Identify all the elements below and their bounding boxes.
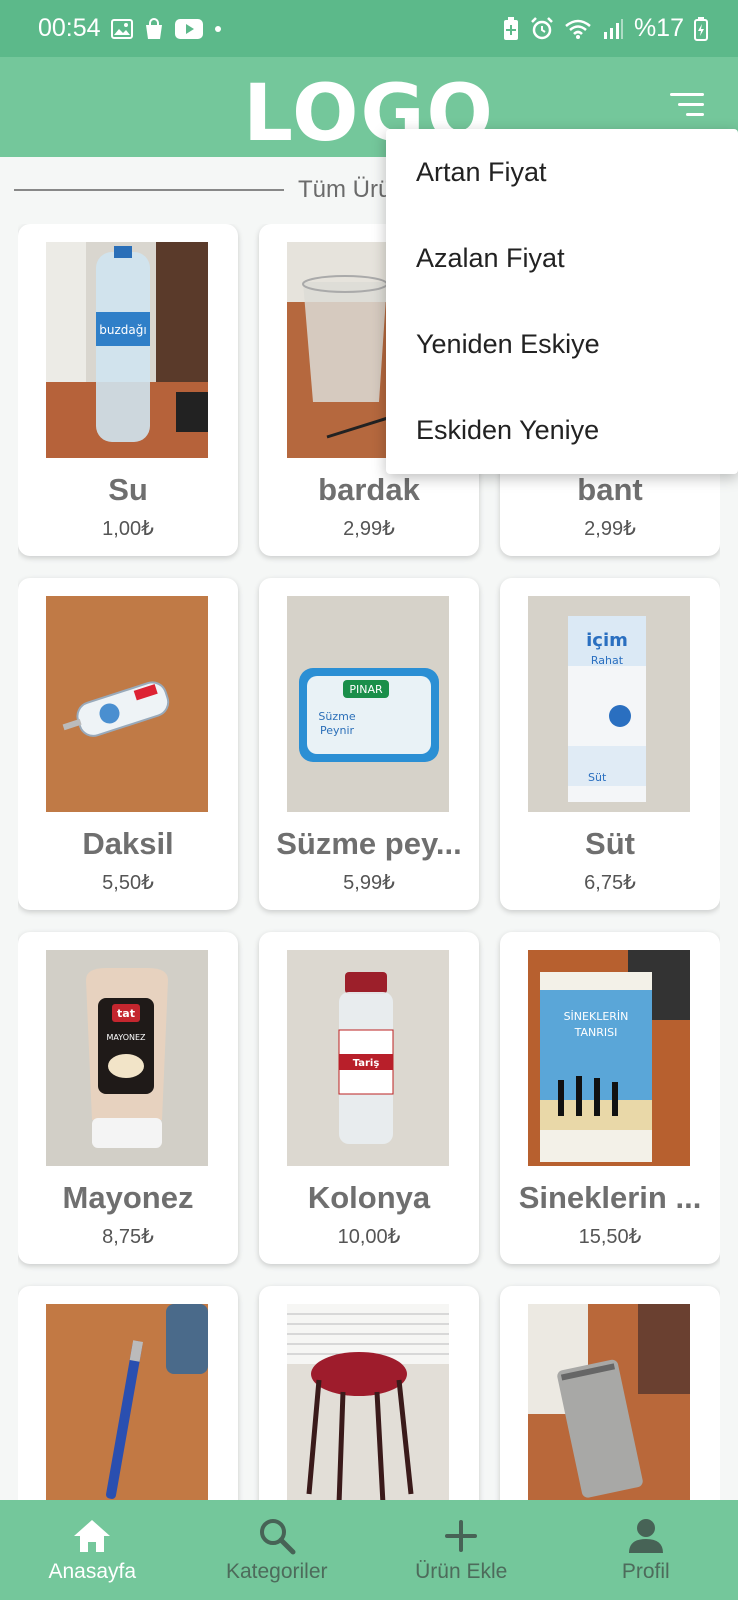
sort-option-artan-fiyat[interactable]: Artan Fiyat — [386, 129, 738, 215]
svg-text:Tariş: Tariş — [353, 1058, 380, 1069]
youtube-icon — [174, 18, 203, 39]
nav-label: Ürün Ekle — [415, 1560, 508, 1583]
product-image — [528, 1304, 690, 1500]
svg-text:buzdağı: buzdağı — [99, 323, 146, 337]
wifi-icon — [564, 18, 592, 40]
product-price: 2,99₺ — [584, 518, 636, 540]
product-name: bardak — [318, 472, 420, 507]
product-card[interactable]: PINAR Süzme Peynir Süzme pey... 5,99₺ — [259, 578, 479, 910]
product-card[interactable]: Daksil 5,50₺ — [18, 578, 238, 910]
product-price: 5,50₺ — [102, 872, 154, 894]
dot-icon — [213, 24, 223, 34]
product-name: Süt — [585, 826, 635, 861]
battery-saver-icon — [502, 16, 520, 41]
product-price: 6,75₺ — [584, 872, 636, 894]
product-image: buzdağı — [46, 242, 208, 458]
product-image — [46, 596, 208, 812]
svg-text:MAYONEZ: MAYONEZ — [106, 1033, 146, 1042]
shopping-bag-icon — [143, 17, 165, 40]
product-name: bant — [577, 472, 643, 507]
sort-option-yeniden-eskiye[interactable]: Yeniden Eskiye — [386, 301, 738, 387]
product-name: Mayonez — [62, 1180, 194, 1215]
product-name: Kolonya — [307, 1180, 431, 1215]
product-card[interactable]: buzdağı Su 1,00₺ — [18, 224, 238, 556]
status-time: 00:54 — [38, 14, 101, 42]
svg-text:tat: tat — [117, 1007, 135, 1020]
svg-text:SİNEKLERİN: SİNEKLERİN — [564, 1010, 629, 1023]
bottom-nav: Anasayfa Kategoriler Ürün Ekle Profil — [0, 1500, 738, 1600]
product-card[interactable]: Tariş Kolonya 10,00₺ — [259, 932, 479, 1264]
product-card[interactable] — [18, 1286, 238, 1500]
svg-text:PINAR: PINAR — [349, 683, 383, 696]
status-bar: 00:54 %17 — [0, 0, 738, 57]
nav-label: Anasayfa — [48, 1560, 137, 1583]
battery-charging-icon — [694, 16, 708, 41]
product-card[interactable] — [259, 1286, 479, 1500]
svg-text:TANRISI: TANRISI — [574, 1026, 618, 1039]
product-price: 15,50₺ — [578, 1226, 642, 1248]
nav-item-anasayfa[interactable]: Anasayfa — [0, 1500, 185, 1600]
product-price: 1,00₺ — [102, 518, 154, 540]
signal-icon — [602, 18, 624, 40]
person-icon — [627, 1516, 665, 1556]
product-price: 8,75₺ — [102, 1226, 154, 1248]
product-image: PINAR Süzme Peynir — [287, 596, 449, 812]
product-image: Tariş — [287, 950, 449, 1166]
svg-text:Peynir: Peynir — [320, 724, 355, 737]
product-name: Sineklerin ... — [518, 1180, 702, 1215]
nav-label: Profil — [621, 1560, 670, 1583]
svg-text:Süzme: Süzme — [318, 710, 355, 723]
home-icon — [72, 1516, 112, 1556]
product-image: içim Rahat Süt — [528, 596, 690, 812]
product-image: tat MAYONEZ — [46, 950, 208, 1166]
nav-item-urun-ekle[interactable]: Ürün Ekle — [369, 1500, 554, 1600]
sort-option-azalan-fiyat[interactable]: Azalan Fiyat — [386, 215, 738, 301]
product-image — [287, 1304, 449, 1500]
sort-icon[interactable] — [668, 93, 704, 119]
product-price: 2,99₺ — [343, 518, 395, 540]
alarm-icon — [530, 16, 554, 41]
product-price: 5,99₺ — [343, 872, 395, 894]
product-image — [46, 1304, 208, 1500]
sort-menu: Artan Fiyat Azalan Fiyat Yeniden Eskiye … — [386, 129, 738, 474]
svg-text:içim: içim — [586, 630, 628, 651]
product-image: SİNEKLERİN TANRISI — [528, 950, 690, 1166]
svg-text:Rahat: Rahat — [591, 654, 624, 667]
product-name: Su — [108, 472, 148, 507]
battery-percent: %17 — [633, 14, 684, 42]
section-divider — [14, 189, 284, 191]
svg-text:Süt: Süt — [588, 771, 607, 784]
nav-item-kategoriler[interactable]: Kategoriler — [185, 1500, 370, 1600]
search-icon — [258, 1516, 296, 1556]
nav-label: Kategoriler — [225, 1560, 328, 1583]
product-name: Süzme pey... — [276, 826, 462, 861]
image-icon — [110, 18, 133, 39]
plus-icon — [444, 1516, 478, 1556]
product-price: 10,00₺ — [337, 1226, 401, 1248]
product-card[interactable]: SİNEKLERİN TANRISI Sineklerin ... 15,50₺ — [500, 932, 720, 1264]
section-title: Tüm Ürü — [298, 176, 392, 203]
sort-option-eskiden-yeniye[interactable]: Eskiden Yeniye — [386, 387, 738, 473]
nav-item-profil[interactable]: Profil — [554, 1500, 738, 1600]
product-card[interactable]: içim Rahat Süt Süt 6,75₺ — [500, 578, 720, 910]
product-card[interactable] — [500, 1286, 720, 1500]
product-card[interactable]: tat MAYONEZ Mayonez 8,75₺ — [18, 932, 238, 1264]
product-name: Daksil — [82, 826, 174, 861]
